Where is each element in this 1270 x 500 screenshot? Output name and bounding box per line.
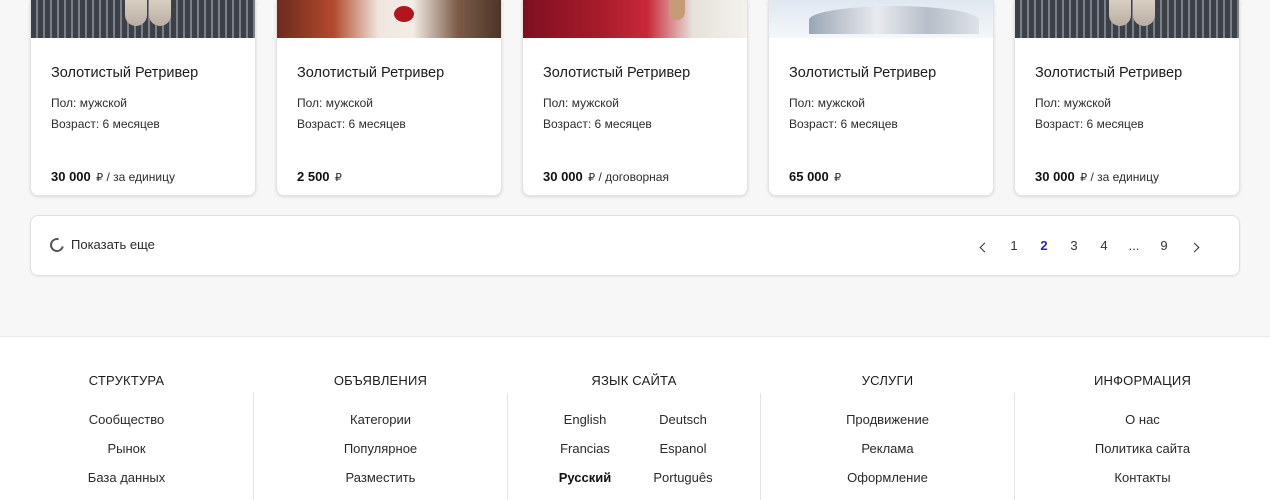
listing-gender: Пол: мужской (51, 96, 128, 110)
pagination-bar: Показать еще 1 2 3 4 ... 9 (30, 215, 1240, 276)
price-note: / договорная (598, 170, 669, 184)
footer-link[interactable]: Политика сайта (1015, 441, 1270, 456)
price-amount: 30 000 (1035, 169, 1075, 184)
footer-column-language: ЯЗЫК САЙТА English Deutsch Francias Espa… (508, 337, 760, 500)
listing-gender: Пол: мужской (297, 96, 374, 110)
listing-age: Возраст: 6 месяцев (297, 117, 406, 131)
listing-card[interactable]: Золотистый Ретривер Пол: мужской Возраст… (276, 0, 502, 196)
footer-link[interactable]: Рынок (0, 441, 253, 456)
listing-card[interactable]: Золотистый Ретривер Пол: мужской Возраст… (1014, 0, 1240, 196)
photo-detail (809, 6, 979, 34)
footer-column-ads: ОБЪЯВЛЕНИЯ Категории Популярное Размести… (254, 337, 507, 500)
listing-price: 30 000 ₽ / за единицу (1035, 169, 1159, 184)
price-currency: ₽ (834, 172, 842, 184)
language-option[interactable]: Francias (540, 441, 630, 456)
footer-link[interactable]: Продвижение (761, 412, 1014, 427)
chevron-right-icon (1189, 242, 1199, 252)
photo-detail (1109, 0, 1131, 26)
price-currency: ₽ (588, 172, 596, 184)
photo-detail (1133, 0, 1155, 26)
price-amount: 30 000 (51, 169, 91, 184)
page-link[interactable]: 1 (999, 238, 1029, 253)
price-amount: 65 000 (789, 169, 829, 184)
footer-column-structure: СТРУКТУРА Сообщество Рынок База данных (0, 337, 253, 500)
price-currency: ₽ (1080, 172, 1088, 184)
listing-photo[interactable] (769, 0, 993, 38)
show-more-button[interactable]: Показать еще (47, 234, 155, 255)
listing-price: 30 000 ₽ / договорная (543, 169, 669, 184)
language-option[interactable]: English (540, 412, 630, 427)
listing-card[interactable]: Золотистый Ретривер Пол: мужской Возраст… (768, 0, 994, 196)
footer-link[interactable]: Сообщество (0, 412, 253, 427)
listing-photo[interactable] (1015, 0, 1239, 38)
photo-detail (669, 0, 685, 20)
footer-column-title: ИНФОРМАЦИЯ (1093, 373, 1192, 388)
photo-detail (149, 0, 171, 26)
listing-gender: Пол: мужской (789, 96, 866, 110)
listing-title[interactable]: Золотистый Ретривер (297, 65, 444, 81)
listing-price: 2 500 ₽ (297, 169, 342, 184)
footer-column-info: ИНФОРМАЦИЯ О нас Политика сайта Контакты (1015, 337, 1270, 500)
photo-detail (394, 6, 414, 22)
listing-title[interactable]: Золотистый Ретривер (543, 65, 690, 81)
listing-card[interactable]: Золотистый Ретривер Пол: мужской Возраст… (30, 0, 256, 196)
footer-column-title: ОБЪЯВЛЕНИЯ (333, 373, 428, 388)
footer-link[interactable]: О нас (1015, 412, 1270, 427)
listing-age: Возраст: 6 месяцев (789, 117, 898, 131)
listing-age: Возраст: 6 месяцев (543, 117, 652, 131)
footer-link[interactable]: Разместить (254, 470, 507, 485)
site-footer: СТРУКТУРА Сообщество Рынок База данных О… (0, 336, 1270, 500)
language-option[interactable]: Deutsch (638, 412, 728, 427)
photo-detail (125, 0, 147, 26)
listing-gender: Пол: мужской (1035, 96, 1112, 110)
footer-column-services: УСЛУГИ Продвижение Реклама Оформление (761, 337, 1014, 500)
footer-column-title: СТРУКТУРА (88, 373, 165, 388)
language-option-current[interactable]: Русский (540, 470, 630, 485)
listing-card[interactable]: Золотистый Ретривер Пол: мужской Возраст… (522, 0, 748, 196)
footer-link[interactable]: Популярное (254, 441, 507, 456)
listing-gender: Пол: мужской (543, 96, 620, 110)
footer-link[interactable]: Реклама (761, 441, 1014, 456)
chevron-left-icon (979, 242, 989, 252)
listing-grid: Золотистый Ретривер Пол: мужской Возраст… (30, 0, 1240, 196)
language-option[interactable]: Espanol (638, 441, 728, 456)
listing-photo[interactable] (523, 0, 747, 38)
listing-price: 30 000 ₽ / за единицу (51, 169, 175, 184)
listing-title[interactable]: Золотистый Ретривер (51, 65, 198, 81)
footer-column-title: УСЛУГИ (861, 373, 914, 388)
listing-title[interactable]: Золотистый Ретривер (789, 65, 936, 81)
price-amount: 30 000 (543, 169, 583, 184)
listing-price: 65 000 ₽ (789, 169, 841, 184)
show-more-label: Показать еще (71, 237, 155, 252)
page-ellipsis: ... (1128, 238, 1140, 253)
listing-title[interactable]: Золотистый Ретривер (1035, 65, 1182, 81)
price-note: / за единицу (106, 170, 175, 184)
price-currency: ₽ (334, 172, 342, 184)
pagination: 1 2 3 4 ... 9 (969, 216, 1209, 275)
page-link[interactable]: 9 (1149, 238, 1179, 253)
next-page-button[interactable] (1179, 238, 1209, 254)
price-amount: 2 500 (297, 169, 330, 184)
refresh-icon (47, 234, 67, 255)
footer-link[interactable]: Оформление (761, 470, 1014, 485)
page-link-current[interactable]: 2 (1029, 238, 1059, 253)
listing-photo[interactable] (31, 0, 255, 38)
page-link[interactable]: 4 (1089, 238, 1119, 253)
listing-age: Возраст: 6 месяцев (1035, 117, 1144, 131)
footer-link[interactable]: Категории (254, 412, 507, 427)
listing-photo[interactable] (277, 0, 501, 38)
listing-age: Возраст: 6 месяцев (51, 117, 160, 131)
prev-page-button[interactable] (969, 238, 999, 254)
footer-link[interactable]: Контакты (1015, 470, 1270, 485)
price-note: / за единицу (1090, 170, 1159, 184)
page-link[interactable]: 3 (1059, 238, 1089, 253)
footer-column-title: ЯЗЫК САЙТА (591, 373, 677, 388)
footer-link[interactable]: База данных (0, 470, 253, 485)
language-option[interactable]: Português (638, 470, 728, 485)
price-currency: ₽ (96, 172, 104, 184)
